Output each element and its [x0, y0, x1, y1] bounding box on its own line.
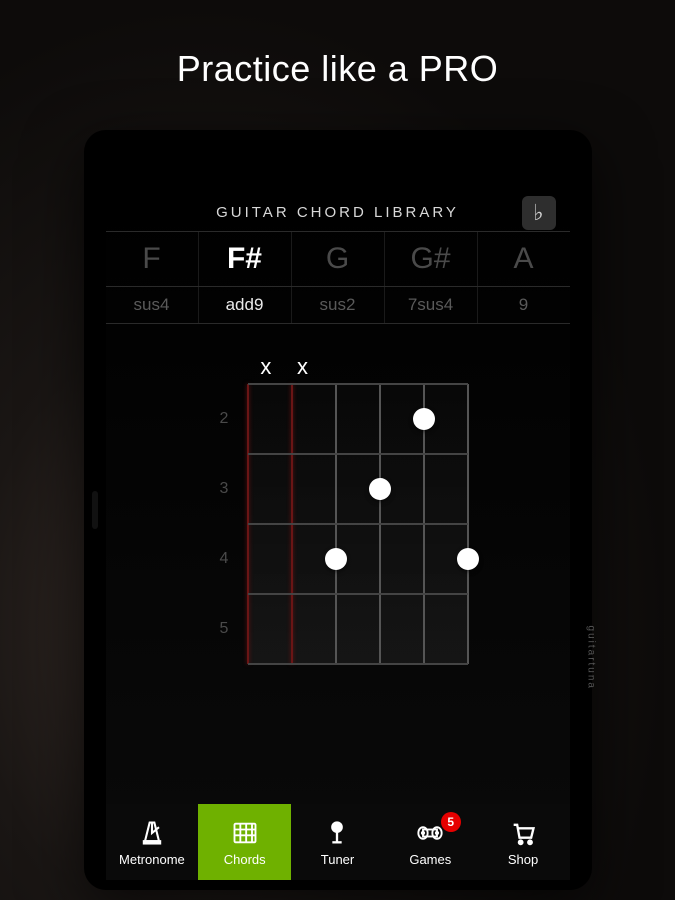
bottom-tabbar: Metronome Chords Tuner Games 5 Shop [106, 804, 570, 880]
fret-number-3: 3 [220, 480, 229, 498]
tab-label: Chords [224, 852, 266, 867]
quality-9[interactable]: 9 [478, 287, 570, 323]
quality-add9[interactable]: add9 [199, 287, 292, 323]
note-F[interactable]: F [106, 232, 199, 286]
tab-label: Shop [508, 852, 538, 867]
header: GUITAR CHORD LIBRARY ♭ [106, 190, 570, 231]
string-3-mute [358, 354, 395, 384]
quality-7sus4[interactable]: 7sus4 [385, 287, 478, 323]
string-0-mute: x [248, 354, 285, 384]
string-1-mute: x [284, 354, 321, 384]
mute-row: xx [248, 354, 468, 384]
app-screen: GUITAR CHORD LIBRARY ♭ FF#GG#A sus4add9s… [106, 190, 570, 880]
quality-picker: sus4add9sus27sus49 [106, 287, 570, 324]
finger-dot-0 [413, 408, 435, 430]
tab-label: Tuner [321, 852, 354, 867]
tuner-icon [322, 818, 352, 848]
fret-number-2: 2 [220, 410, 229, 428]
finger-dot-1 [369, 478, 391, 500]
fret-line-2 [248, 523, 468, 525]
finger-dot-2 [325, 548, 347, 570]
tab-metronome[interactable]: Metronome [106, 804, 199, 880]
flat-toggle-button[interactable]: ♭ [522, 196, 556, 230]
note-A[interactable]: A [478, 232, 570, 286]
flat-icon: ♭ [533, 200, 543, 226]
tab-tuner[interactable]: Tuner [291, 804, 384, 880]
tab-label: Games [409, 852, 451, 867]
metronome-icon [137, 818, 167, 848]
tab-badge: 5 [441, 812, 461, 832]
note-picker: FF#GG#A [106, 231, 570, 287]
note-G[interactable]: G [292, 232, 385, 286]
fret-line-1 [248, 453, 468, 455]
device-brand: guitartuna [586, 626, 597, 690]
note-Fsharp[interactable]: F# [199, 232, 292, 286]
tab-shop[interactable]: Shop [477, 804, 570, 880]
fret-number-4: 4 [220, 550, 229, 568]
fret-number-5: 5 [220, 620, 229, 638]
fretboard: 2345 [248, 384, 468, 664]
note-Gsharp[interactable]: G# [385, 232, 478, 286]
fret-line-0 [248, 383, 468, 385]
tab-chords[interactable]: Chords [198, 804, 291, 880]
page-headline: Practice like a PRO [177, 48, 499, 90]
tab-label: Metronome [119, 852, 185, 867]
chords-icon [230, 818, 260, 848]
finger-dot-3 [457, 548, 479, 570]
tab-games[interactable]: Games 5 [384, 804, 477, 880]
chord-diagram: xx 2345 [208, 354, 468, 664]
string-2-mute [321, 354, 358, 384]
string-5-mute [431, 354, 468, 384]
quality-sus2[interactable]: sus2 [292, 287, 385, 323]
shop-icon [508, 818, 538, 848]
tablet-frame: guitartuna GUITAR CHORD LIBRARY ♭ FF#GG#… [84, 130, 592, 890]
fret-line-4 [248, 663, 468, 665]
header-title: GUITAR CHORD LIBRARY [216, 204, 459, 221]
chord-diagram-area: xx 2345 [106, 324, 570, 804]
fret-line-3 [248, 593, 468, 595]
string-4-mute [394, 354, 431, 384]
quality-sus4[interactable]: sus4 [106, 287, 199, 323]
